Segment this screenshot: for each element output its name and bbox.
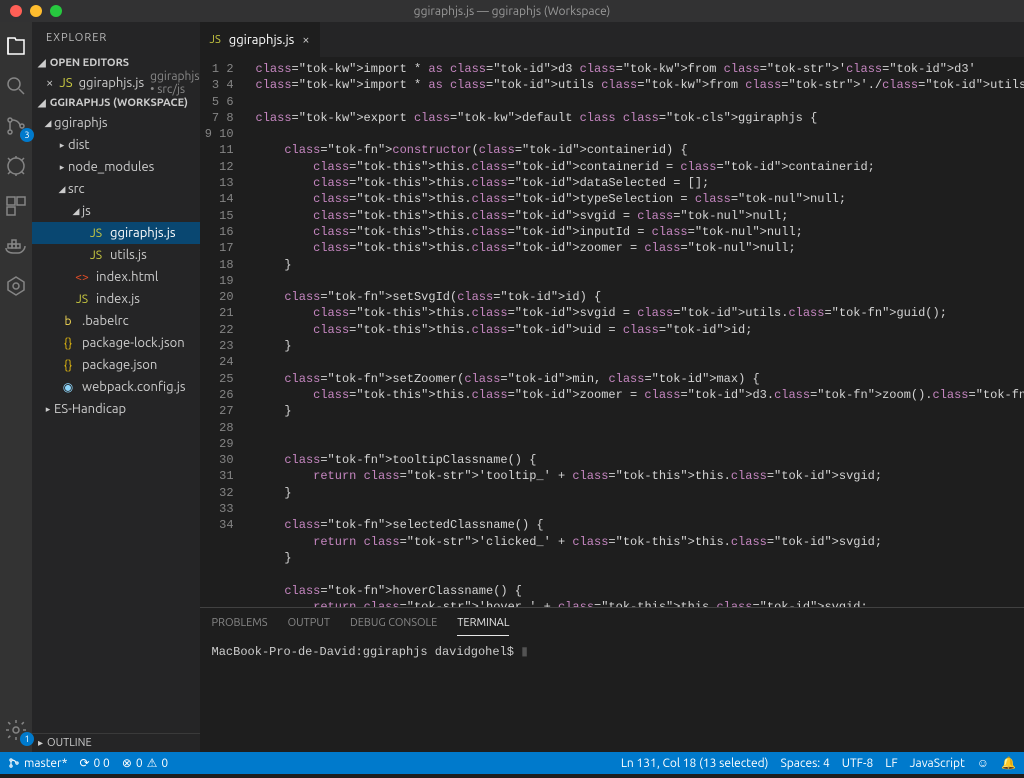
file-index-html[interactable]: <>index.html — [32, 266, 200, 288]
js-icon: JS — [210, 34, 221, 46]
folder-es-handicap[interactable]: ▸ES-Handicap — [32, 398, 200, 420]
file-utils[interactable]: JSutils.js — [32, 244, 200, 266]
file-package-lock[interactable]: {}package-lock.json — [32, 332, 200, 354]
eol-status[interactable]: LF — [885, 757, 897, 770]
file-index-js[interactable]: JSindex.js — [32, 288, 200, 310]
zoom-window[interactable] — [50, 5, 62, 17]
code-editor[interactable]: class="tok-kw">import * as class="tok-id… — [246, 57, 1024, 607]
file-package[interactable]: {}package.json — [32, 354, 200, 376]
js-icon: JS — [88, 249, 104, 262]
search-icon[interactable] — [0, 70, 32, 102]
explorer-title: EXPLORER — [32, 22, 200, 54]
problems-status[interactable]: ⊗ 0 ⚠ 0 — [122, 756, 168, 770]
bottom-panel: PROBLEMS OUTPUT DEBUG CONSOLE TERMINAL 1… — [200, 607, 1024, 752]
language-status[interactable]: JavaScript — [910, 757, 965, 770]
line-numbers: 1 2 3 4 5 6 7 8 9 10 11 12 13 14 15 16 1… — [200, 57, 246, 607]
sync-status[interactable]: ⟳ 0 0 — [79, 756, 109, 770]
indentation-status[interactable]: Spaces: 4 — [780, 757, 829, 770]
file-ggiraphjs[interactable]: JSggiraphjs.js — [32, 222, 200, 244]
close-icon[interactable]: × — [46, 76, 53, 90]
docker-icon[interactable] — [0, 230, 32, 262]
folder-src[interactable]: ◢src — [32, 178, 200, 200]
notifications-icon[interactable]: 🔔 — [1001, 756, 1016, 770]
close-tab-icon[interactable]: × — [302, 33, 309, 47]
tab-debug-console[interactable]: DEBUG CONSOLE — [350, 611, 437, 635]
tab-terminal[interactable]: TERMINAL — [457, 611, 509, 636]
webpack-icon: ◉ — [60, 380, 76, 394]
settings-badge: 1 — [20, 732, 34, 746]
titlebar: ggiraphjs.js — ggiraphjs (Workspace) — [0, 0, 1024, 22]
terminal-content[interactable]: MacBook-Pro-de-David:ggiraphjs davidgohe… — [200, 638, 1024, 752]
folder-dist[interactable]: ▸dist — [32, 134, 200, 156]
file-webpack[interactable]: ◉webpack.config.js — [32, 376, 200, 398]
js-icon: JS — [74, 293, 90, 306]
scm-icon[interactable]: 3 — [0, 110, 32, 142]
debug-icon[interactable] — [0, 150, 32, 182]
tab-bar: JS ggiraphjs.js × ⋯ — [200, 22, 1024, 57]
sidebar: EXPLORER ◢OPEN EDITORS × JS ggiraphjs.js… — [32, 22, 200, 752]
tab-ggiraphjs[interactable]: JS ggiraphjs.js × — [200, 22, 320, 57]
open-editor-item[interactable]: × JS ggiraphjs.js ggiraphjs • src/js — [32, 72, 200, 94]
extensions-icon[interactable] — [0, 190, 32, 222]
file-babelrc[interactable]: b.babelrc — [32, 310, 200, 332]
explorer-icon[interactable] — [0, 30, 32, 62]
json-icon: {} — [60, 359, 76, 372]
encoding-status[interactable]: UTF-8 — [842, 757, 873, 770]
file-tree: ◢ggiraphjs ▸dist ▸node_modules ◢src ◢js … — [32, 112, 200, 420]
kubernetes-icon[interactable] — [0, 270, 32, 302]
folder-node-modules[interactable]: ▸node_modules — [32, 156, 200, 178]
html-icon: <> — [74, 271, 90, 284]
statusbar: master* ⟳ 0 0 ⊗ 0 ⚠ 0 Ln 131, Col 18 (13… — [0, 752, 1024, 774]
folder-ggiraphjs[interactable]: ◢ggiraphjs — [32, 112, 200, 134]
feedback-icon[interactable]: ☺ — [977, 756, 989, 770]
tab-problems[interactable]: PROBLEMS — [212, 611, 268, 635]
minimize-window[interactable] — [30, 5, 42, 17]
cursor-position[interactable]: Ln 131, Col 18 (13 selected) — [621, 757, 769, 770]
js-icon: JS — [59, 76, 72, 90]
activity-bar: 3 1 — [0, 22, 32, 752]
workspace-header[interactable]: ◢GGIRAPHJS (WORKSPACE) — [32, 94, 200, 112]
close-window[interactable] — [10, 5, 22, 17]
window-controls — [0, 5, 62, 17]
outline-header[interactable]: ▸OUTLINE — [32, 733, 200, 752]
branch-status[interactable]: master* — [8, 757, 67, 770]
js-icon: JS — [88, 227, 104, 240]
folder-js[interactable]: ◢js — [32, 200, 200, 222]
scm-badge: 3 — [20, 128, 34, 142]
babel-icon: b — [60, 315, 76, 328]
editor-area: JS ggiraphjs.js × ⋯ 1 2 3 4 5 6 7 8 9 10… — [200, 22, 1024, 752]
window-title: ggiraphjs.js — ggiraphjs (Workspace) — [0, 5, 1024, 18]
json-icon: {} — [60, 337, 76, 350]
tab-output[interactable]: OUTPUT — [288, 611, 330, 635]
settings-gear-icon[interactable]: 1 — [0, 714, 32, 746]
